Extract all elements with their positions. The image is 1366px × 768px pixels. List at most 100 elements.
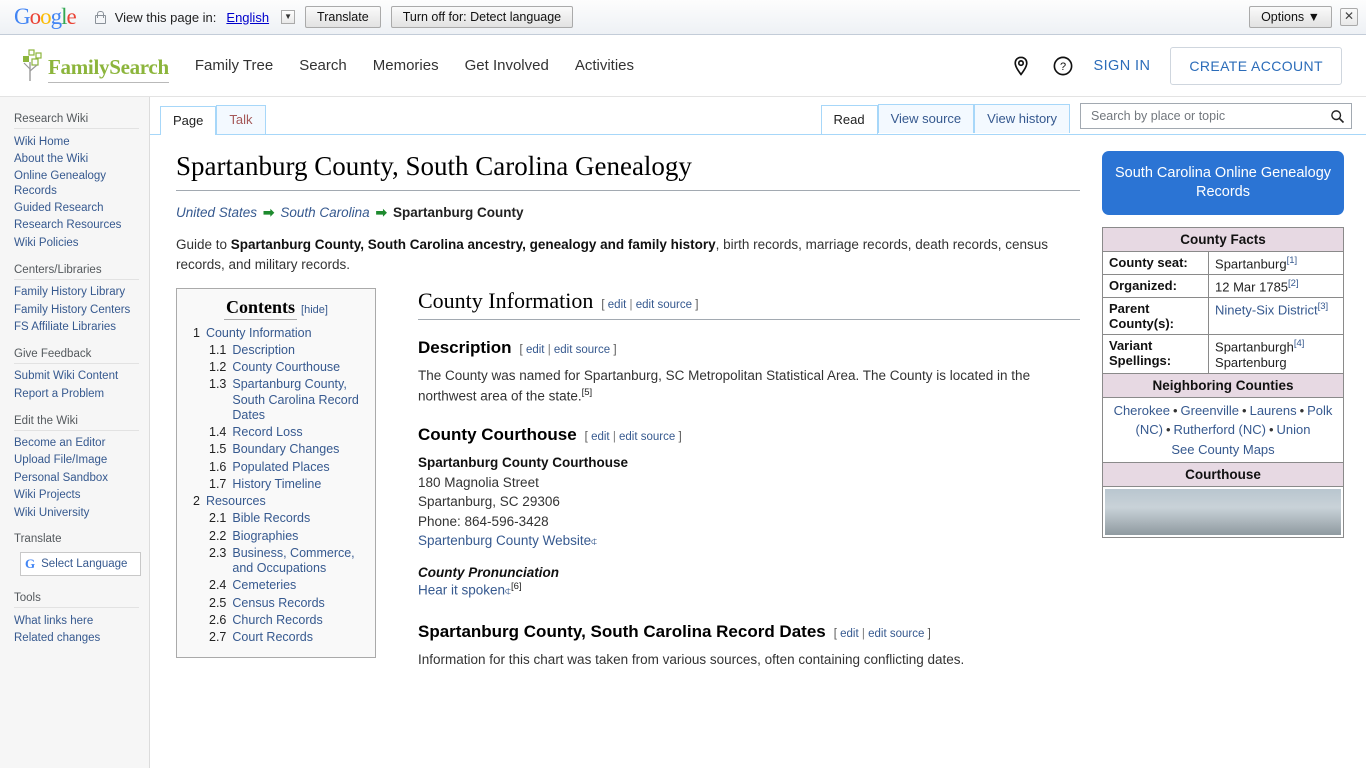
variant-1: Spartanburgh [1215, 339, 1294, 355]
neighbor-laurens[interactable]: Laurens [1250, 403, 1297, 418]
neighbor-cherokee[interactable]: Cherokee [1114, 403, 1170, 418]
heading-text: Description [418, 337, 512, 357]
toc-item-county-information[interactable]: County Information [206, 326, 312, 341]
toc-item-record-loss[interactable]: Record Loss [232, 425, 302, 440]
sidebar-item-fs-affiliate-libraries[interactable]: FS Affiliate Libraries [14, 320, 139, 334]
edit-link[interactable]: edit [840, 628, 859, 640]
sidebar-item-report-a-problem[interactable]: Report a Problem [14, 387, 139, 401]
edit-source-link[interactable]: edit source [554, 344, 610, 356]
sign-in-link[interactable]: SIGN IN [1094, 58, 1151, 74]
tab-read[interactable]: Read [820, 105, 878, 134]
translate-options-button[interactable]: Options ▼ [1249, 6, 1332, 28]
reference-3[interactable]: [3] [1318, 301, 1329, 312]
toc-item-census-records[interactable]: Census Records [232, 596, 324, 611]
reference-5[interactable]: [5] [582, 387, 593, 398]
nav-activities[interactable]: Activities [575, 57, 634, 74]
hear-it-spoken-link[interactable]: Hear it spoken [418, 582, 505, 597]
edit-source-link[interactable]: edit source [868, 628, 924, 640]
sidebar-item-submit-wiki-content[interactable]: Submit Wiki Content [14, 369, 139, 383]
bracket-open: [ [833, 627, 837, 640]
nav-search[interactable]: Search [299, 57, 347, 74]
map-pin-icon[interactable] [1010, 55, 1032, 77]
search-box[interactable] [1080, 103, 1352, 129]
close-icon[interactable]: ✕ [1340, 8, 1358, 26]
neighbor-greenville[interactable]: Greenville [1181, 403, 1240, 418]
family-tree-icon [23, 48, 42, 81]
toc-item-history-timeline[interactable]: History Timeline [232, 477, 321, 492]
reference-2[interactable]: [2] [1288, 278, 1299, 289]
sidebar-item-guided-research[interactable]: Guided Research [14, 201, 139, 215]
neighbor-union[interactable]: Union [1277, 422, 1311, 437]
tab-talk[interactable]: Talk [216, 105, 266, 134]
toc-item-record-dates[interactable]: Spartanburg County, South Carolina Recor… [232, 377, 365, 423]
toc-item-church-records[interactable]: Church Records [232, 613, 322, 628]
nav-memories[interactable]: Memories [373, 57, 439, 74]
sidebar-item-research-resources[interactable]: Research Resources [14, 218, 139, 232]
select-language-widget[interactable]: G Select Language [20, 552, 141, 577]
sidebar-item-family-history-centers[interactable]: Family History Centers [14, 303, 139, 317]
translate-button[interactable]: Translate [305, 6, 381, 28]
edit-source-link[interactable]: edit source [619, 431, 675, 443]
edit-links-county-information: [ edit | edit source ] [601, 299, 698, 311]
tab-page[interactable]: Page [160, 106, 217, 135]
edit-link[interactable]: edit [526, 344, 545, 356]
toc-item-resources[interactable]: Resources [206, 494, 266, 509]
toc-item-description[interactable]: Description [232, 343, 295, 358]
toc-number: 2.3 [209, 545, 227, 560]
online-genealogy-records-button[interactable]: South Carolina Online Genealogy Records [1102, 151, 1344, 215]
familysearch-logo[interactable]: FamilySearch [20, 48, 169, 83]
sidebar-item-personal-sandbox[interactable]: Personal Sandbox [14, 471, 139, 485]
sidebar-item-online-genealogy-records[interactable]: Online Genealogy Records [14, 169, 139, 198]
sidebar-item-family-history-library[interactable]: Family History Library [14, 285, 139, 299]
neighbor-rutherford-nc[interactable]: Rutherford (NC) [1174, 422, 1266, 437]
toc-number: 2 [193, 494, 200, 508]
nav-family-tree[interactable]: Family Tree [195, 57, 273, 74]
sidebar-item-wiki-university[interactable]: Wiki University [14, 506, 139, 520]
toc-item-court-records[interactable]: Court Records [232, 630, 313, 645]
parent-county-link[interactable]: Ninety-Six District [1215, 303, 1318, 318]
toc-item-biographies[interactable]: Biographies [232, 529, 298, 544]
turn-off-translate-button[interactable]: Turn off for: Detect language [390, 6, 574, 28]
translate-language-link[interactable]: English [226, 10, 269, 25]
toc-hide-link[interactable]: [hide] [301, 304, 328, 316]
heading-text: County Information [418, 287, 594, 313]
sidebar-item-about-the-wiki[interactable]: About the Wiki [14, 152, 139, 166]
bullet-separator: • [1299, 402, 1305, 418]
chevron-down-icon[interactable]: ▼ [281, 10, 296, 24]
sidebar-item-wiki-policies[interactable]: Wiki Policies [14, 236, 139, 250]
edit-link[interactable]: edit [608, 299, 627, 311]
search-input[interactable] [1089, 108, 1330, 124]
sidebar-group-centers-libraries: Family History Library Family History Ce… [14, 278, 139, 336]
search-icon[interactable] [1330, 109, 1345, 124]
sidebar-item-become-an-editor[interactable]: Become an Editor [14, 436, 139, 450]
reference-6[interactable]: [6] [511, 581, 522, 592]
sidebar-item-upload-file-image[interactable]: Upload File/Image [14, 453, 139, 467]
sidebar-item-what-links-here[interactable]: What links here [14, 614, 139, 628]
toc-item-boundary-changes[interactable]: Boundary Changes [232, 442, 339, 457]
bracket-open: [ [601, 298, 605, 311]
sidebar-item-related-changes[interactable]: Related changes [14, 631, 139, 645]
courthouse-website-link[interactable]: Spartenburg County Website [418, 533, 591, 548]
table-row: County seat: Spartanburg[1] [1101, 250, 1344, 276]
help-circle-icon[interactable]: ? [1052, 55, 1074, 77]
breadcrumb-united-states[interactable]: United States [176, 205, 257, 220]
toc-item-business-commerce-occupations[interactable]: Business, Commerce, and Occupations [232, 546, 365, 577]
table-row: Variant Spellings: Spartanburgh[4] Sparte… [1101, 334, 1344, 374]
reference-1[interactable]: [1] [1287, 255, 1298, 266]
county-seat-value: Spartanburg[1] [1208, 250, 1344, 276]
breadcrumb-south-carolina[interactable]: South Carolina [280, 205, 369, 220]
reference-4[interactable]: [4] [1294, 338, 1305, 349]
toc-item-bible-records[interactable]: Bible Records [232, 511, 310, 526]
sidebar-item-wiki-projects[interactable]: Wiki Projects [14, 488, 139, 502]
edit-link[interactable]: edit [591, 431, 610, 443]
sidebar-item-wiki-home[interactable]: Wiki Home [14, 135, 139, 149]
toc-item-county-courthouse[interactable]: County Courthouse [232, 360, 340, 375]
see-county-maps-link[interactable]: See County Maps [1171, 442, 1274, 457]
edit-source-link[interactable]: edit source [636, 299, 692, 311]
nav-get-involved[interactable]: Get Involved [465, 57, 549, 74]
toc-item-populated-places[interactable]: Populated Places [232, 460, 329, 475]
toc-item-cemeteries[interactable]: Cemeteries [232, 578, 296, 593]
create-account-button[interactable]: CREATE ACCOUNT [1170, 46, 1342, 85]
tab-view-source[interactable]: View source [877, 104, 975, 133]
tab-view-history[interactable]: View history [974, 104, 1070, 133]
